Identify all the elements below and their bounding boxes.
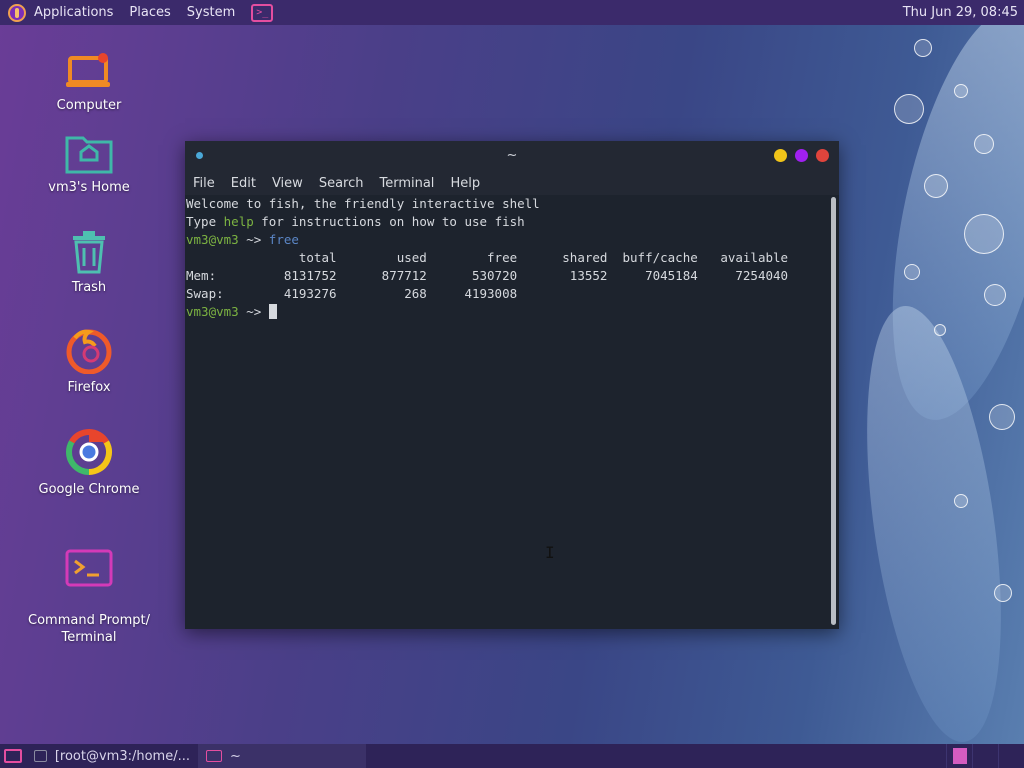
desktop-icon-label: Firefox (67, 380, 111, 395)
terminal-icon (65, 549, 113, 587)
free-header-row: total used free shared buff/cache availa… (186, 250, 789, 265)
ibeam-cursor-icon: I (545, 543, 555, 562)
desktop-icon-home[interactable]: vm3's Home (19, 130, 159, 195)
taskbar-item-label: ~ (230, 748, 241, 764)
menu-terminal[interactable]: Terminal (371, 176, 442, 191)
firefox-icon (66, 329, 112, 374)
terminal-output[interactable]: Welcome to fish, the friendly interactiv… (185, 195, 829, 627)
bottom-panel: [root@vm3:/home/... ~ (0, 744, 1024, 768)
menu-view[interactable]: View (264, 176, 311, 191)
minimize-button[interactable] (774, 149, 787, 162)
menu-applications[interactable]: Applications (26, 0, 121, 25)
desktop-icon-trash[interactable]: Trash (19, 230, 159, 295)
menu-edit[interactable]: Edit (223, 176, 264, 191)
terminal-icon (206, 750, 222, 762)
terminal-titlebar[interactable]: ~ (185, 141, 839, 171)
desktop-icon-terminal[interactable]: Command Prompt/ Terminal (19, 532, 159, 646)
taskbar-item-active[interactable]: ~ (198, 744, 366, 768)
trash-icon (73, 231, 105, 274)
free-swap-row: Swap: 4193276 268 4193008 (186, 286, 518, 301)
terminal-menubar: File Edit View Search Terminal Help (185, 171, 839, 195)
terminal-line: Type help for instructions on how to use… (186, 214, 525, 229)
taskbar-item-label: [root@vm3:/home/... (54, 748, 190, 764)
desktop-icon (4, 749, 22, 763)
wallpaper-art (864, 24, 1024, 744)
desktop-icon-computer[interactable]: Computer (19, 52, 159, 113)
maximize-button[interactable] (795, 149, 808, 162)
desktop-icon-label: Google Chrome (38, 482, 140, 497)
menu-search[interactable]: Search (311, 176, 372, 191)
desktop-icon-label: Command Prompt/ Terminal (28, 613, 150, 645)
workspace-switcher (946, 744, 1024, 768)
terminal-launcher-icon[interactable]: >_ (251, 3, 274, 22)
close-button[interactable] (816, 149, 829, 162)
free-mem-row: Mem: 8131752 877712 530720 13552 7045184… (186, 268, 789, 283)
applications-logo-icon[interactable] (8, 3, 26, 22)
chrome-icon (66, 429, 112, 475)
home-folder-icon (65, 136, 113, 174)
terminal-prompt-line: vm3@vm3 ~> free (186, 232, 299, 247)
menu-system[interactable]: System (179, 0, 243, 25)
workspace-3[interactable] (998, 744, 1024, 768)
desktop-icon-chrome[interactable]: Google Chrome (19, 428, 159, 497)
menu-file[interactable]: File (185, 176, 223, 191)
computer-icon (66, 53, 110, 87)
terminal-icon (34, 750, 47, 762)
terminal-line: Welcome to fish, the friendly interactiv… (186, 196, 540, 211)
terminal-window[interactable]: ~ File Edit View Search Terminal Help We… (185, 141, 839, 629)
window-title: ~ (506, 148, 518, 163)
terminal-prompt-line: vm3@vm3 ~> (186, 303, 829, 321)
taskbar-item[interactable]: [root@vm3:/home/... (26, 744, 198, 768)
show-desktop-button[interactable] (0, 744, 26, 768)
workspace-2[interactable] (972, 744, 998, 768)
terminal-scrollbar[interactable] (831, 197, 836, 625)
top-panel: Applications Places System >_ Thu Jun 29… (0, 0, 1024, 25)
text-cursor (268, 304, 277, 319)
menu-help[interactable]: Help (442, 176, 488, 191)
desktop-icon-label: vm3's Home (48, 180, 130, 195)
clock[interactable]: Thu Jun 29, 08:45 (903, 0, 1018, 25)
menu-places[interactable]: Places (121, 0, 178, 25)
workspace-1[interactable] (946, 744, 972, 768)
desktop-icon-label: Trash (71, 280, 107, 295)
desktop-icon-firefox[interactable]: Firefox (19, 328, 159, 395)
desktop-icon-label: Computer (56, 98, 122, 113)
